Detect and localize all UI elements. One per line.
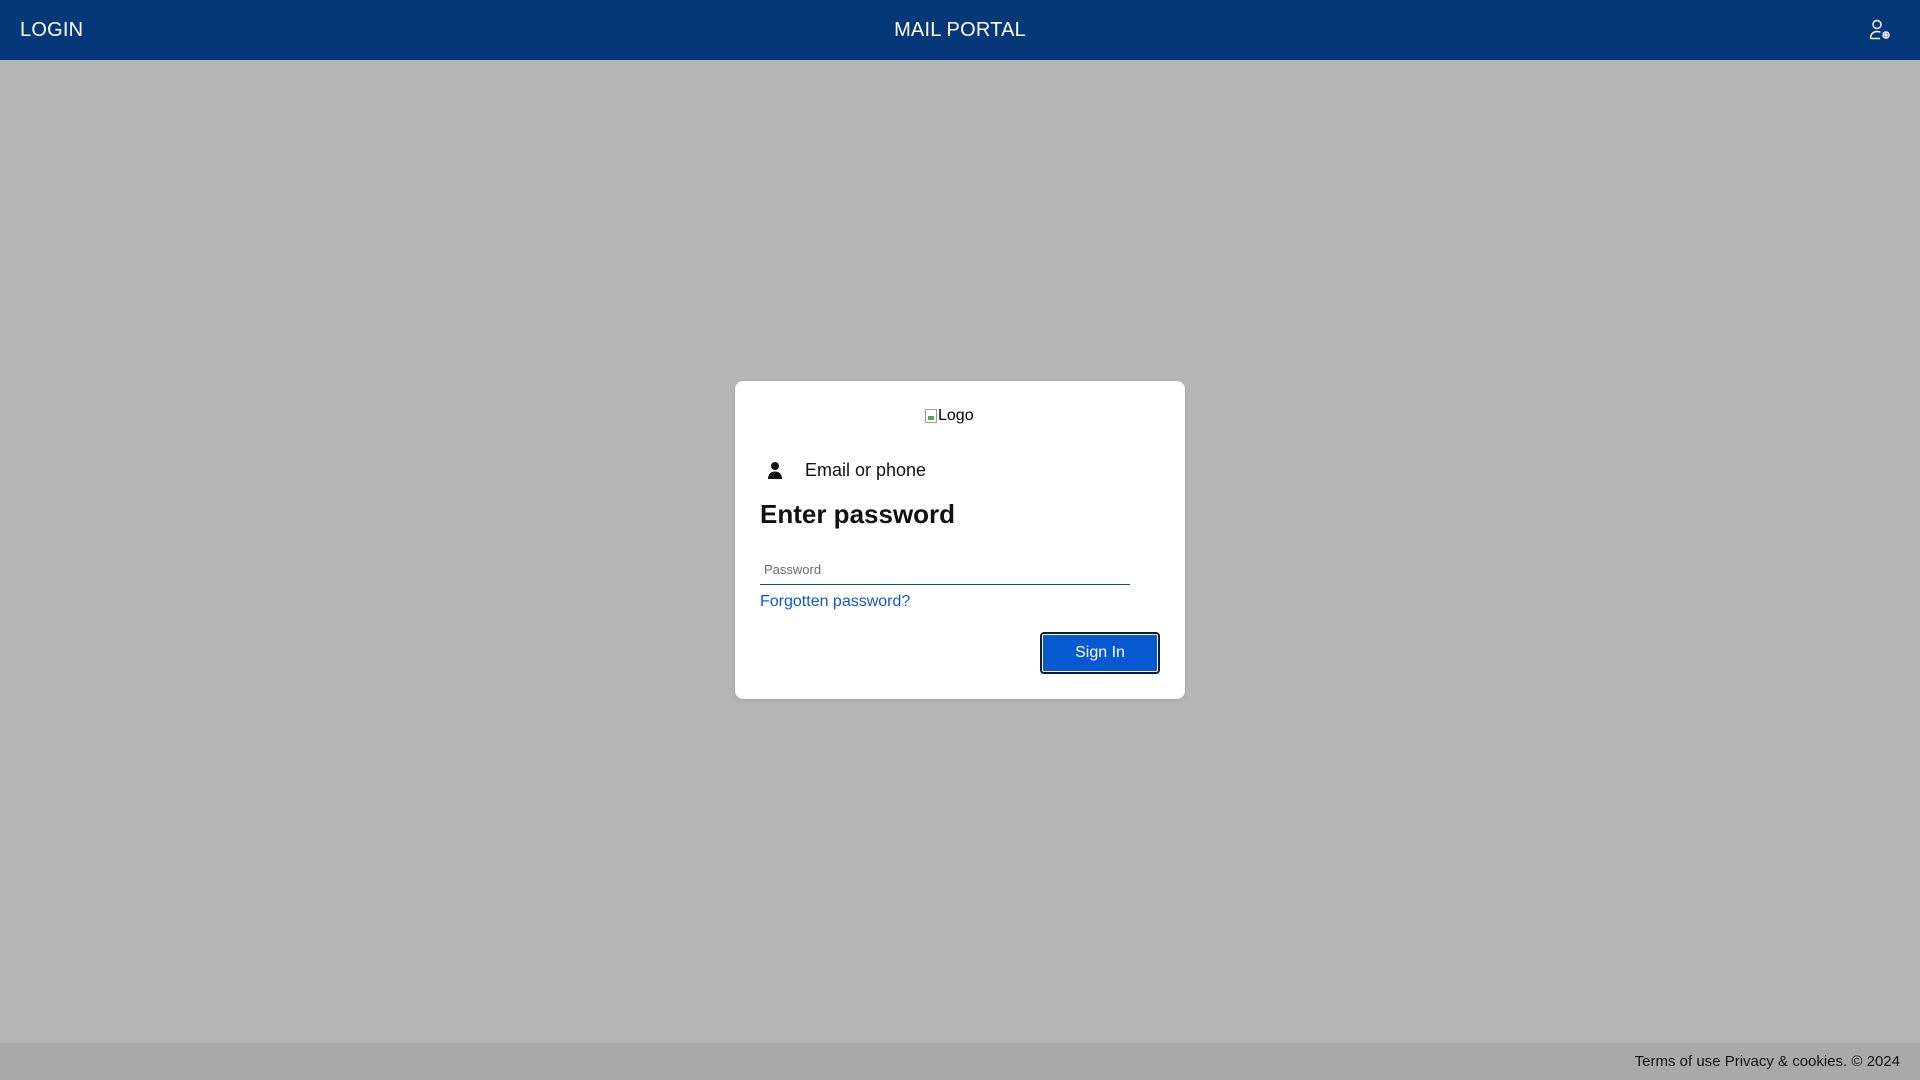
- page-title: Enter password: [760, 499, 956, 529]
- broken-image-icon: [925, 409, 937, 423]
- logo-alt-text: Logo: [938, 407, 974, 424]
- identity-text: Email or phone: [805, 459, 927, 480]
- top-bar: LOGIN MAIL PORTAL: [0, 0, 1920, 60]
- app-title: MAIL PORTAL: [894, 19, 1026, 41]
- login-label: LOGIN: [20, 19, 84, 41]
- forgot-password-link[interactable]: Forgotten password?: [760, 593, 910, 611]
- password-input[interactable]: [760, 555, 1130, 585]
- logo: Logo: [925, 405, 974, 427]
- account-identity: Email or phone: [760, 455, 926, 485]
- account-settings-icon[interactable]: [1868, 18, 1892, 42]
- privacy-link[interactable]: Privacy & cookies.: [1725, 1053, 1848, 1070]
- footer: Terms of use Privacy & cookies. © 2024: [0, 1043, 1920, 1080]
- login-card: Logo Email or phone Enter password Forgo…: [735, 381, 1185, 699]
- terms-link[interactable]: Terms of use: [1635, 1053, 1721, 1070]
- copyright-text: © 2024: [1851, 1053, 1900, 1070]
- sign-in-button[interactable]: Sign In: [1040, 632, 1160, 674]
- person-icon: [768, 462, 782, 479]
- footer-links: Terms of use Privacy & cookies. © 2024: [1635, 1043, 1900, 1080]
